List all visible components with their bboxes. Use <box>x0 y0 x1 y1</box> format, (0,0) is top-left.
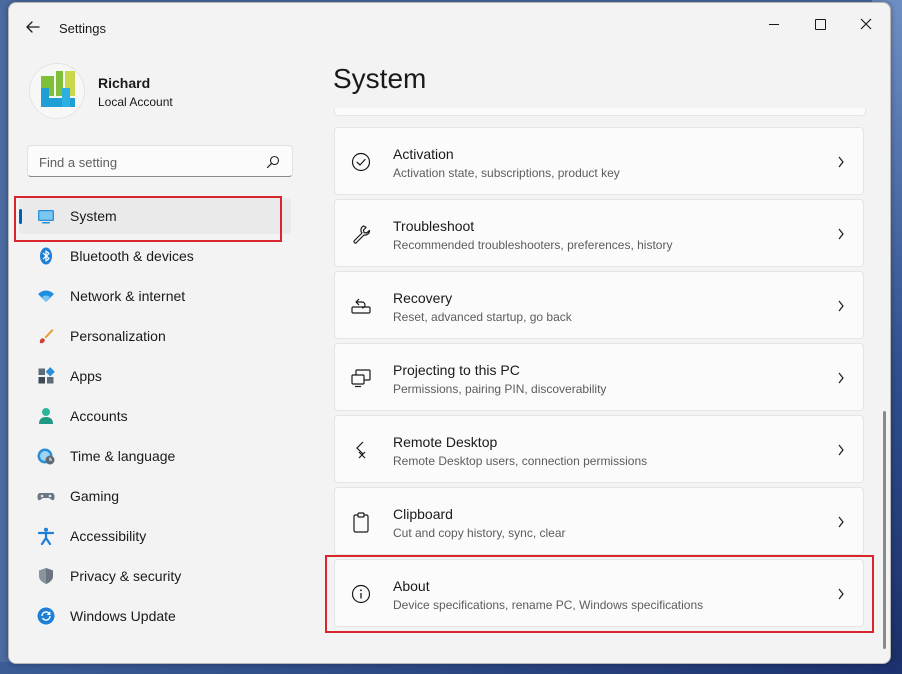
chevron-right-icon <box>837 227 845 241</box>
minimize-button[interactable] <box>751 9 797 39</box>
sidebar-item-bluetooth[interactable]: Bluetooth & devices <box>19 238 291 274</box>
sidebar-item-gaming[interactable]: Gaming <box>19 478 291 514</box>
user-name: Richard <box>98 75 150 91</box>
card-subtitle: Activation state, subscriptions, product… <box>393 166 620 180</box>
sidebar-item-label: Bluetooth & devices <box>70 248 194 264</box>
back-button[interactable] <box>21 17 45 37</box>
sidebar-item-label: Accounts <box>70 408 128 424</box>
wrench-icon <box>350 223 372 245</box>
card-title: Activation <box>393 146 454 162</box>
clipboard-card[interactable]: Clipboard Cut and copy history, sync, cl… <box>334 487 864 555</box>
chevron-right-icon <box>837 299 845 313</box>
wifi-icon <box>37 287 55 305</box>
card-title: Remote Desktop <box>393 434 497 450</box>
previous-card[interactable] <box>334 108 866 116</box>
settings-window: Settings Richard Local Account <box>8 2 891 664</box>
card-subtitle: Remote Desktop users, connection permiss… <box>393 454 647 468</box>
card-title: Troubleshoot <box>393 218 474 234</box>
check-circle-icon <box>350 151 372 173</box>
avatar-logo-icon <box>29 63 85 119</box>
sidebar-item-label: Network & internet <box>70 288 185 304</box>
sidebar-item-label: Apps <box>70 368 102 384</box>
minimize-icon <box>769 24 779 25</box>
sidebar-item-label: Personalization <box>70 328 166 344</box>
avatar <box>29 63 85 119</box>
card-subtitle: Recommended troubleshooters, preferences… <box>393 238 672 252</box>
accessibility-icon <box>37 527 55 545</box>
clipboard-icon <box>350 511 372 533</box>
card-title: Projecting to this PC <box>393 362 520 378</box>
sidebar-item-windows-update[interactable]: Windows Update <box>19 598 291 634</box>
projecting-icon <box>350 367 372 389</box>
gamepad-icon <box>37 487 55 505</box>
scrollbar-thumb[interactable] <box>883 411 886 649</box>
sidebar-item-label: Time & language <box>70 448 175 464</box>
app-title: Settings <box>59 21 106 36</box>
account-type: Local Account <box>98 95 173 109</box>
card-title: Clipboard <box>393 506 453 522</box>
card-subtitle: Reset, advanced startup, go back <box>393 310 572 324</box>
sidebar-nav: System Bluetooth & devices Network & int… <box>19 198 291 638</box>
chevron-right-icon <box>837 371 845 385</box>
remote-desktop-card[interactable]: Remote Desktop Remote Desktop users, con… <box>334 415 864 483</box>
about-highlight-box <box>325 555 874 633</box>
page-title: System <box>333 63 426 95</box>
bluetooth-icon <box>37 247 55 265</box>
sidebar-item-network[interactable]: Network & internet <box>19 278 291 314</box>
sidebar-item-apps[interactable]: Apps <box>19 358 291 394</box>
sidebar-item-time-language[interactable]: Time & language <box>19 438 291 474</box>
arrow-left-icon <box>21 17 45 37</box>
close-button[interactable] <box>843 9 889 39</box>
search-icon[interactable] <box>266 155 280 169</box>
shield-icon <box>37 567 55 585</box>
card-title: Recovery <box>393 290 452 306</box>
person-icon <box>37 407 55 425</box>
sidebar-item-accounts[interactable]: Accounts <box>19 398 291 434</box>
system-highlight-box <box>14 196 282 242</box>
projecting-card[interactable]: Projecting to this PC Permissions, pairi… <box>334 343 864 411</box>
activation-card[interactable]: Activation Activation state, subscriptio… <box>334 127 864 195</box>
card-subtitle: Permissions, pairing PIN, discoverabilit… <box>393 382 606 396</box>
sidebar-item-label: Gaming <box>70 488 119 504</box>
paintbrush-icon <box>37 327 55 345</box>
search-input[interactable] <box>37 152 261 172</box>
update-icon <box>37 607 55 625</box>
sidebar-item-accessibility[interactable]: Accessibility <box>19 518 291 554</box>
sidebar-item-label: Privacy & security <box>70 568 181 584</box>
globe-clock-icon <box>37 447 55 465</box>
remote-desktop-icon <box>350 439 372 461</box>
sidebar-item-personalization[interactable]: Personalization <box>19 318 291 354</box>
maximize-button[interactable] <box>797 9 843 39</box>
sidebar-item-label: Windows Update <box>70 608 176 624</box>
sidebar-item-label: Accessibility <box>70 528 146 544</box>
recovery-icon <box>350 295 372 317</box>
search-box[interactable] <box>27 145 293 177</box>
close-icon <box>860 18 872 30</box>
sidebar-item-privacy-security[interactable]: Privacy & security <box>19 558 291 594</box>
recovery-card[interactable]: Recovery Reset, advanced startup, go bac… <box>334 271 864 339</box>
card-subtitle: Cut and copy history, sync, clear <box>393 526 566 540</box>
title-bar[interactable]: Settings <box>9 3 890 51</box>
chevron-right-icon <box>837 443 845 457</box>
troubleshoot-card[interactable]: Troubleshoot Recommended troubleshooters… <box>334 199 864 267</box>
chevron-right-icon <box>837 155 845 169</box>
chevron-right-icon <box>837 515 845 529</box>
maximize-icon <box>815 19 826 30</box>
apps-icon <box>37 367 55 385</box>
